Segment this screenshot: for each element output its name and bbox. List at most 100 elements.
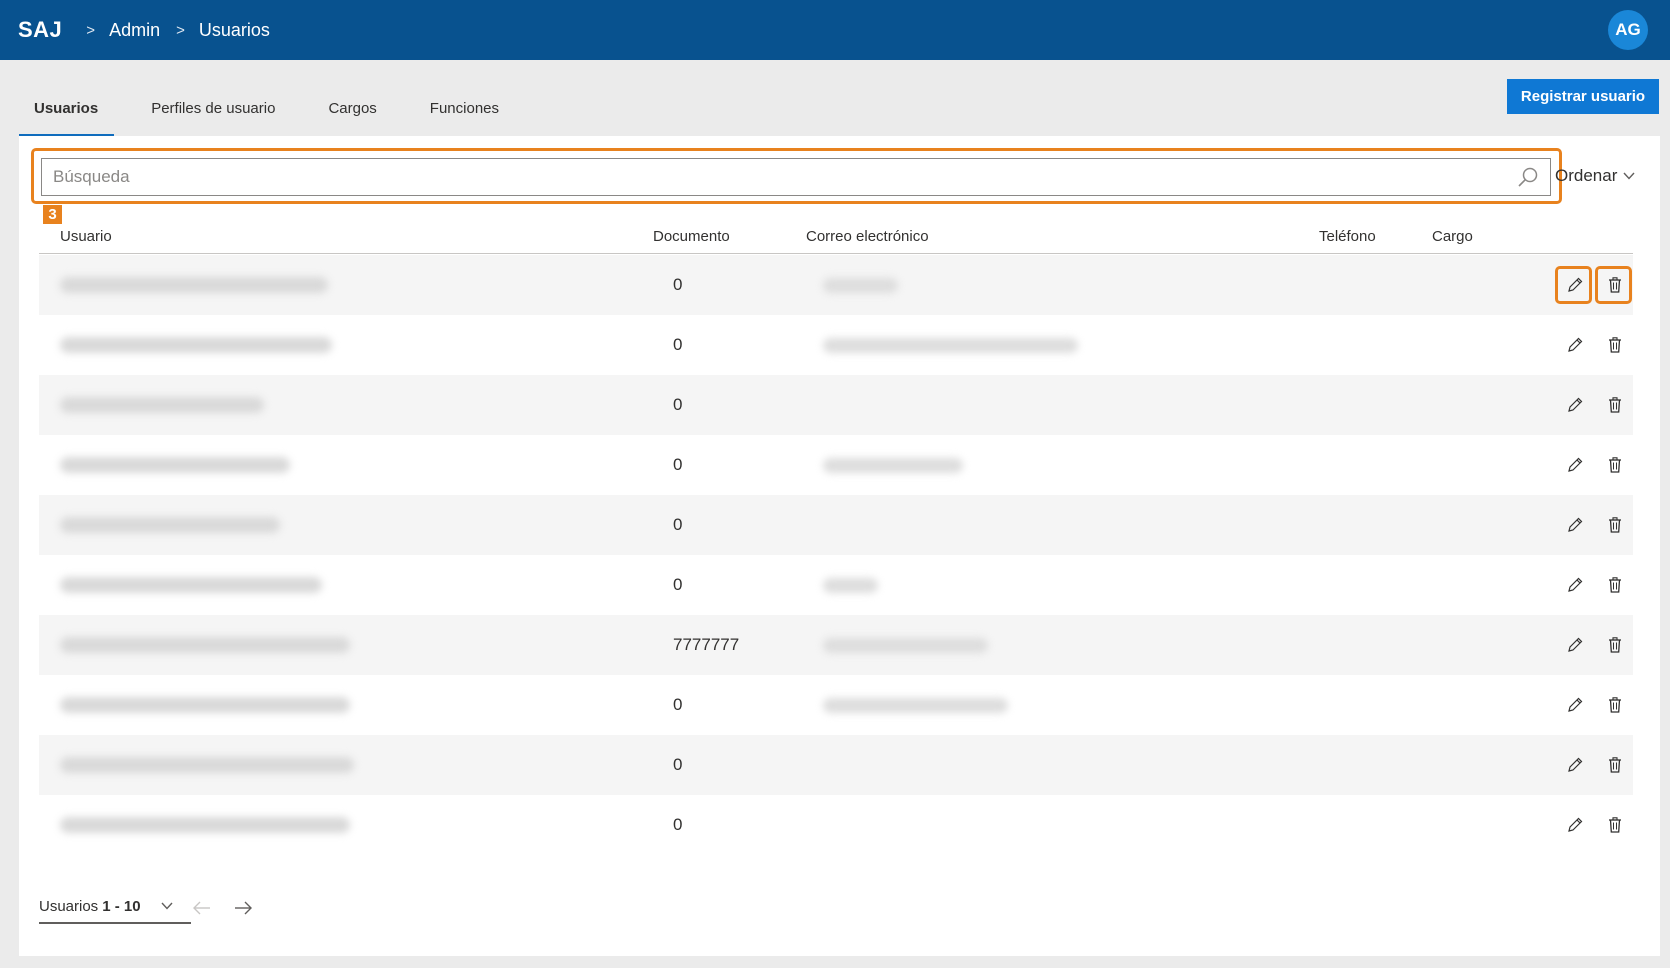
table-row[interactable]: 0 (39, 315, 1633, 375)
table-row[interactable]: 0 (39, 795, 1633, 855)
column-header-correo[interactable]: Correo electrónico (806, 228, 929, 245)
trash-icon (1609, 337, 1621, 353)
users-card: 3 Ordenar Usuario Documento Correo elect… (19, 136, 1660, 956)
table-header: Usuario Documento Correo electrónico Tel… (39, 214, 1633, 254)
tab-perfiles-de-usuario[interactable]: Perfiles de usuario (136, 92, 291, 136)
document-cell: 0 (673, 395, 683, 414)
trash-icon (1609, 517, 1621, 533)
trash-icon (1609, 457, 1621, 473)
trash-icon (1609, 637, 1621, 653)
column-header-telefono[interactable]: Teléfono (1319, 228, 1376, 245)
column-header-usuario[interactable]: Usuario (60, 228, 112, 245)
document-cell: 0 (673, 695, 683, 714)
arrow-right-icon[interactable] (233, 900, 253, 916)
search-icon[interactable] (1517, 166, 1539, 188)
trash-icon (1609, 697, 1621, 713)
user-name-redacted (60, 757, 354, 773)
pencil-icon (1568, 577, 1583, 592)
document-cell: 0 (673, 275, 683, 294)
edit-button[interactable] (1561, 751, 1589, 779)
pencil-icon (1568, 517, 1583, 532)
order-dropdown[interactable]: Ordenar (1555, 166, 1635, 186)
document-cell: 0 (673, 755, 683, 774)
document-cell: 7777777 (673, 635, 740, 654)
tab-funciones[interactable]: Funciones (415, 92, 515, 136)
breadcrumb-separator-icon: > (86, 21, 96, 39)
edit-button[interactable] (1561, 511, 1589, 539)
chevron-down-icon (161, 902, 173, 910)
trash-icon (1609, 817, 1621, 833)
document-cell: 0 (673, 515, 683, 534)
edit-button[interactable] (1561, 391, 1589, 419)
edit-button[interactable] (1561, 811, 1589, 839)
user-name-redacted (60, 637, 350, 653)
delete-button[interactable] (1601, 811, 1629, 839)
search-highlight (31, 148, 1562, 204)
breadcrumb-separator-icon: > (176, 21, 185, 39)
table-row[interactable]: 0 (39, 375, 1633, 435)
user-name-redacted (60, 697, 350, 713)
column-header-cargo[interactable]: Cargo (1432, 228, 1473, 245)
table-row[interactable]: 0 (39, 435, 1633, 495)
tab-usuarios[interactable]: Usuarios (19, 92, 115, 136)
edit-button[interactable] (1561, 571, 1589, 599)
chevron-down-icon (1623, 172, 1635, 180)
delete-button[interactable] (1601, 271, 1629, 299)
tab-bar: Usuarios Perfiles de usuario Cargos Func… (19, 92, 537, 136)
delete-button[interactable] (1601, 451, 1629, 479)
pencil-icon (1568, 757, 1583, 772)
table-row[interactable]: 0 (39, 495, 1633, 555)
email-redacted (823, 458, 963, 473)
trash-icon (1609, 277, 1621, 293)
page-size-dropdown[interactable]: Usuarios 1 - 10 (39, 890, 191, 924)
delete-button[interactable] (1601, 511, 1629, 539)
pencil-icon (1568, 397, 1583, 412)
column-header-documento[interactable]: Documento (653, 228, 730, 245)
email-redacted (823, 338, 1078, 353)
register-user-button[interactable]: Registrar usuario (1507, 79, 1659, 114)
user-name-redacted (60, 817, 350, 833)
trash-icon (1609, 757, 1621, 773)
delete-button[interactable] (1601, 751, 1629, 779)
edit-button[interactable] (1561, 631, 1589, 659)
email-redacted (823, 698, 1008, 713)
brand-logo[interactable]: SAJ (18, 17, 62, 43)
user-name-redacted (60, 397, 264, 413)
edit-button[interactable] (1561, 271, 1589, 299)
delete-button[interactable] (1601, 571, 1629, 599)
edit-button[interactable] (1561, 451, 1589, 479)
email-redacted (823, 578, 878, 593)
document-cell: 0 (673, 815, 683, 834)
delete-button[interactable] (1601, 691, 1629, 719)
search-input[interactable] (41, 158, 1551, 196)
trash-icon (1609, 577, 1621, 593)
breadcrumb-admin[interactable]: Admin (109, 20, 160, 41)
delete-button[interactable] (1601, 331, 1629, 359)
pencil-icon (1568, 697, 1583, 712)
delete-button[interactable] (1601, 631, 1629, 659)
table-row[interactable]: 0 (39, 255, 1633, 315)
document-cell: 0 (673, 575, 683, 594)
trash-icon (1609, 397, 1621, 413)
table-row[interactable]: 0 (39, 735, 1633, 795)
table-row[interactable]: 0 (39, 675, 1633, 735)
tab-cargos[interactable]: Cargos (313, 92, 392, 136)
breadcrumb-usuarios: Usuarios (198, 19, 270, 40)
pencil-icon (1568, 637, 1583, 652)
email-redacted (823, 638, 988, 653)
edit-button[interactable] (1561, 331, 1589, 359)
table-body: 0 0 0 0 0 0 7777777 0 0 0 (39, 255, 1633, 855)
table-row[interactable]: 7777777 (39, 615, 1633, 675)
arrow-left-icon[interactable] (192, 900, 212, 916)
top-bar: SAJ > Admin > Usuarios AG (0, 0, 1670, 60)
pencil-icon (1568, 337, 1583, 352)
edit-button[interactable] (1561, 691, 1589, 719)
table-row[interactable]: 0 (39, 555, 1633, 615)
user-name-redacted (60, 457, 290, 473)
delete-button[interactable] (1601, 391, 1629, 419)
user-name-redacted (60, 277, 328, 293)
pencil-icon (1568, 277, 1583, 292)
avatar[interactable]: AG (1608, 10, 1648, 50)
pager-label: Usuarios (39, 897, 99, 915)
pager-range: 1 - 10 (102, 897, 141, 915)
